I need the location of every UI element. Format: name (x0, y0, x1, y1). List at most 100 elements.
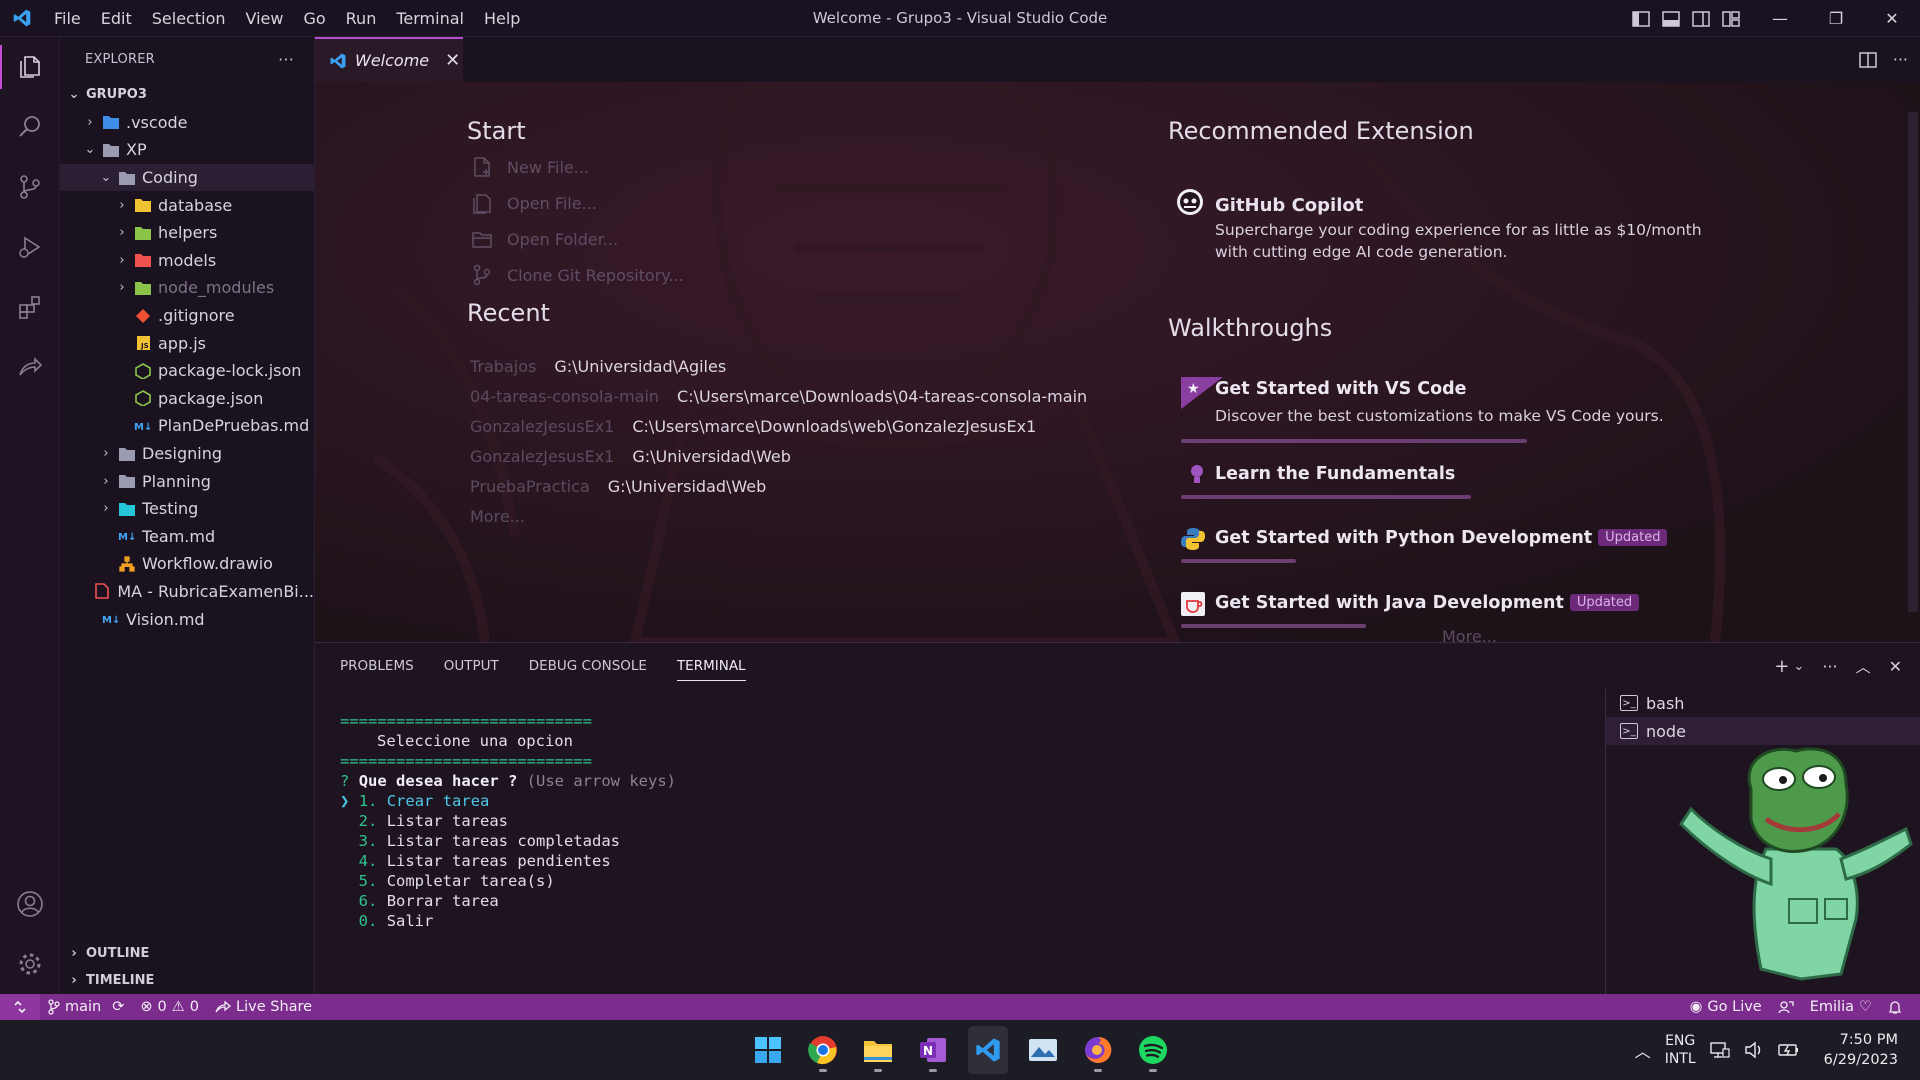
explorer-more-actions[interactable]: ··· (278, 50, 294, 69)
menu-help[interactable]: Help (474, 0, 530, 37)
recent-more-link[interactable]: More... (470, 507, 525, 526)
remote-indicator-icon[interactable] (0, 994, 40, 1020)
terminal-instance-bash[interactable]: >_ bash (1606, 689, 1920, 717)
go-live-button[interactable]: ◉ Go Live (1682, 999, 1770, 1015)
new-file-link[interactable]: New File... (470, 155, 589, 179)
chrome-icon[interactable] (803, 1026, 843, 1074)
toggle-panel-icon[interactable] (1662, 10, 1680, 27)
recent-item[interactable]: PruebaPractica G:\Universidad\Web (470, 477, 766, 496)
tree-item[interactable]: › helpers (60, 219, 314, 247)
vscode-taskbar-icon[interactable] (968, 1026, 1008, 1074)
tab-problems[interactable]: PROBLEMS (340, 658, 414, 674)
source-control-icon[interactable] (0, 157, 60, 217)
tree-item[interactable]: M↓ PlanDePruebas.md (60, 412, 314, 440)
spotify-icon[interactable] (1133, 1026, 1173, 1074)
notifications-bell-icon[interactable] (1880, 999, 1910, 1015)
tree-item[interactable]: › models (60, 247, 314, 275)
firefox-icon[interactable] (1078, 1026, 1118, 1074)
recent-item[interactable]: GonzalezJesusEx1 C:\Users\marce\Download… (470, 417, 1036, 436)
tree-item[interactable]: package-lock.json (60, 357, 314, 385)
live-share-icon[interactable] (0, 337, 60, 397)
editor-more-icon[interactable]: ··· (1893, 50, 1908, 69)
close-tab-icon[interactable]: ✕ (445, 50, 460, 71)
accounts-icon[interactable] (0, 874, 60, 934)
tree-item[interactable]: M↓ Team.md (60, 523, 314, 551)
menu-view[interactable]: View (236, 0, 294, 37)
problems-indicator[interactable]: ⊗ 0 ⚠ 0 (132, 999, 207, 1015)
workspace-root[interactable]: ⌄ GRUPO3 (60, 81, 314, 109)
close-window-icon[interactable]: ✕ (1864, 0, 1920, 37)
menu-edit[interactable]: Edit (91, 0, 142, 37)
tab-output[interactable]: OUTPUT (444, 658, 499, 674)
tree-item[interactable]: › node_modules (60, 274, 314, 302)
recent-item-name[interactable]: GonzalezJesusEx1 (470, 417, 614, 436)
tree-item[interactable]: › Designing (60, 440, 314, 468)
tree-item[interactable]: MA - RubricaExamenBi... (60, 578, 314, 606)
run-debug-icon[interactable] (0, 217, 60, 277)
settings-gear-icon[interactable] (0, 934, 60, 994)
recent-item[interactable]: GonzalezJesusEx1 G:\Universidad\Web (470, 447, 791, 466)
outline-section[interactable]: › OUTLINE (60, 940, 315, 967)
recent-item[interactable]: Trabajos G:\Universidad\Agiles (470, 357, 726, 376)
recent-item-name[interactable]: PruebaPractica (470, 477, 590, 496)
tree-item[interactable]: .gitignore (60, 302, 314, 330)
editor-scrollbar[interactable] (1908, 112, 1918, 612)
search-icon[interactable] (0, 97, 60, 157)
network-icon[interactable] (1709, 1041, 1730, 1059)
system-clock[interactable]: 7:50 PM 6/29/2023 (1824, 1030, 1898, 1070)
tree-item[interactable]: M↓ Vision.md (60, 605, 314, 633)
branch-indicator[interactable]: main ⟳ (40, 999, 132, 1015)
battery-icon[interactable] (1777, 1041, 1800, 1059)
tree-item[interactable]: package.json (60, 385, 314, 413)
tree-item[interactable]: ⌄ XP (60, 136, 314, 164)
walkthrough-python[interactable]: Get Started with Python Development Updat… (1175, 526, 1775, 566)
sync-icon[interactable]: ⟳ (112, 999, 124, 1015)
open-folder-link[interactable]: Open Folder... (470, 227, 618, 251)
live-share-button[interactable]: Live Share (207, 999, 320, 1015)
menu-selection[interactable]: Selection (142, 0, 236, 37)
toggle-secondary-sidebar-icon[interactable] (1692, 10, 1710, 27)
menu-go[interactable]: Go (293, 0, 335, 37)
theme-indicator[interactable]: Emilia ♡ (1802, 999, 1880, 1015)
toggle-primary-sidebar-icon[interactable] (1632, 10, 1650, 27)
tab-welcome[interactable]: Welcome ✕ (315, 37, 463, 82)
explorer-icon[interactable] (0, 37, 60, 97)
restore-icon[interactable]: ❐ (1808, 0, 1864, 37)
walkthrough-java[interactable]: Get Started with Java Development Updated (1175, 591, 1775, 631)
open-file-link[interactable]: Open File... (470, 191, 597, 215)
recent-item-name[interactable]: 04-tareas-consola-main (470, 387, 659, 406)
terminal-output[interactable]: =========================== Seleccione un… (340, 691, 1600, 991)
tree-item[interactable]: Workflow.drawio (60, 550, 314, 578)
walkthrough-vscode[interactable]: ★ Get Started with VS Code Discover the … (1175, 377, 1775, 447)
walkthrough-fundamentals[interactable]: Learn the Fundamentals (1175, 462, 1775, 502)
tab-debug-console[interactable]: DEBUG CONSOLE (529, 658, 647, 674)
recent-item[interactable]: 04-tareas-consola-main C:\Users\marce\Do… (470, 387, 1087, 406)
volume-icon[interactable] (1744, 1041, 1764, 1059)
onenote-icon[interactable]: N (913, 1026, 953, 1074)
extensions-icon[interactable] (0, 277, 60, 337)
menu-terminal[interactable]: Terminal (386, 0, 474, 37)
close-panel-icon[interactable]: ✕ (1889, 657, 1902, 676)
split-editor-icon[interactable] (1858, 51, 1877, 68)
file-explorer-icon[interactable] (858, 1026, 898, 1074)
feedback-icon[interactable] (1770, 999, 1802, 1015)
maximize-panel-icon[interactable]: ︿ (1856, 656, 1871, 677)
windows-start-icon[interactable] (748, 1026, 788, 1074)
tree-item[interactable]: › .vscode (60, 109, 314, 137)
tree-item[interactable]: › Planning (60, 467, 314, 495)
recent-item-name[interactable]: Trabajos (470, 357, 536, 376)
minimize-icon[interactable]: — (1752, 0, 1808, 37)
recent-item-name[interactable]: GonzalezJesusEx1 (470, 447, 614, 466)
menu-run[interactable]: Run (336, 0, 387, 37)
tree-item[interactable]: JS app.js (60, 329, 314, 357)
panel-more-icon[interactable]: ··· (1822, 657, 1837, 676)
tree-item[interactable]: › database (60, 191, 314, 219)
tab-terminal[interactable]: TERMINAL (676, 658, 746, 681)
menu-file[interactable]: File (44, 0, 91, 37)
clone-repo-link[interactable]: Clone Git Repository... (470, 263, 684, 287)
photos-icon[interactable] (1023, 1026, 1063, 1074)
timeline-section[interactable]: › TIMELINE (60, 967, 315, 994)
new-terminal-icon[interactable]: + (1774, 656, 1789, 677)
tree-item[interactable]: › Testing (60, 495, 314, 523)
walkthroughs-more-link[interactable]: More... (1442, 627, 1497, 642)
